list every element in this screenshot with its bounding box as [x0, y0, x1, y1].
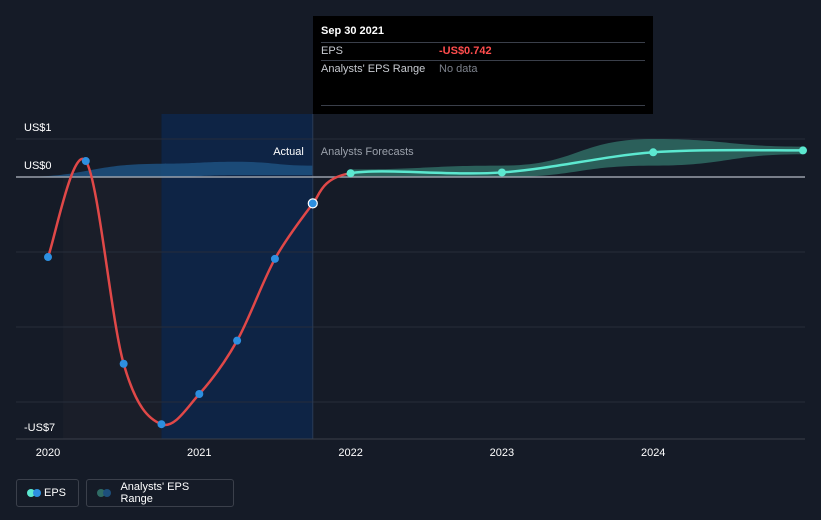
- eps-actual-point[interactable]: [307, 198, 318, 209]
- eps-actual-point[interactable]: [157, 420, 166, 429]
- range-legend-icon: [97, 488, 112, 498]
- y-tick-labels: US$1 US$0 -US$7: [24, 122, 55, 434]
- eps-forecast-point[interactable]: [346, 169, 355, 178]
- actual-range-band: [17, 161, 313, 177]
- legend-range-label: Analysts' EPS Range: [120, 481, 190, 505]
- eps-actual-point[interactable]: [81, 157, 90, 166]
- actual-region-label: Actual: [273, 146, 304, 158]
- eps-actual-point[interactable]: [119, 359, 128, 368]
- legend-range-toggle[interactable]: Analysts' EPS Range: [86, 479, 234, 507]
- legend-eps-label: EPS: [43, 487, 66, 499]
- eps-actual-point[interactable]: [270, 254, 279, 263]
- eps-legend-icon: [27, 488, 41, 498]
- eps-actual-point[interactable]: [44, 253, 52, 262]
- tooltip-eps-label: EPS: [321, 45, 344, 57]
- tooltip-row-range: Analysts' EPS Range No data: [321, 60, 645, 78]
- tooltip-divider: [321, 105, 645, 106]
- x-tick-label: 2020: [36, 447, 60, 459]
- eps-forecast-point[interactable]: [798, 146, 807, 155]
- eps-forecast-point[interactable]: [497, 168, 506, 177]
- tooltip-row-eps: EPS -US$0.742: [321, 42, 645, 60]
- x-tick-label: 2021: [187, 447, 211, 459]
- eps-tooltip: Sep 30 2021 EPS -US$0.742 Analysts' EPS …: [313, 16, 653, 114]
- legend-eps-toggle[interactable]: EPS: [16, 479, 79, 507]
- tooltip-eps-value: -US$0.742: [439, 45, 492, 57]
- x-tick-label: 2023: [490, 447, 514, 459]
- x-tick-label: 2022: [338, 447, 362, 459]
- tooltip-range-label: Analysts' EPS Range: [321, 63, 426, 75]
- x-tick-labels: 2020 2021 2022 2023 2024: [36, 447, 666, 459]
- eps-actual-point[interactable]: [195, 389, 204, 398]
- eps-forecast-point[interactable]: [649, 148, 658, 157]
- x-tick-label: 2024: [641, 447, 665, 459]
- tooltip-range-value: No data: [439, 63, 478, 75]
- y-tick-label: -US$7: [24, 422, 55, 434]
- y-tick-label: US$0: [24, 160, 52, 172]
- y-tick-label: US$1: [24, 122, 52, 134]
- eps-actual-point[interactable]: [233, 336, 242, 345]
- tooltip-date: Sep 30 2021: [321, 25, 384, 37]
- forecast-region-label: Analysts Forecasts: [321, 146, 414, 158]
